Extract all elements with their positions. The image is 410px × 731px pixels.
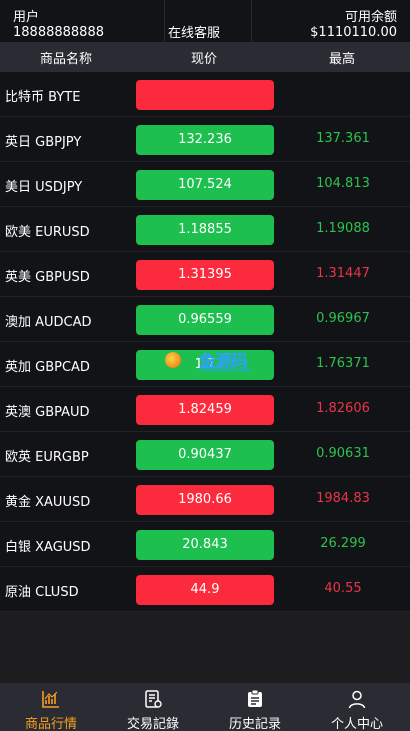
product-name: 美日 USDJPY xyxy=(5,180,83,195)
online-service-button[interactable]: 在线客服 xyxy=(166,0,252,42)
current-price: 1.18855 xyxy=(136,215,274,245)
column-name: 商品名称 xyxy=(40,52,93,67)
online-service-label: 在线客服 xyxy=(168,26,221,41)
nav-history[interactable]: 历史記录 xyxy=(204,683,306,731)
quote-list: 比特币 BYTE 英日 GBPJPY 132.236 137.361 美日 US… xyxy=(0,72,410,612)
quote-row[interactable]: 欧英 EURGBP 0.90437 0.90631 xyxy=(0,432,410,477)
nav-history-label: 历史記录 xyxy=(228,717,281,731)
user-info: 用户 18888888888 xyxy=(0,0,165,42)
user-icon xyxy=(348,690,366,709)
trade-record-icon xyxy=(145,690,162,708)
high-price: 40.55 xyxy=(324,581,362,596)
high-price: 1984.83 xyxy=(316,491,370,506)
nav-trade-record-label: 交易記錄 xyxy=(126,717,179,731)
column-high: 最高 xyxy=(329,52,356,67)
history-icon xyxy=(248,689,262,707)
product-name: 比特币 BYTE xyxy=(5,90,81,105)
header: 用户 18888888888 在线客服 可用余额 $1110110.00 xyxy=(0,0,410,42)
quote-row[interactable]: 美日 USDJPY 107.524 104.813 xyxy=(0,162,410,207)
app: 用户 18888888888 在线客服 可用余额 $1110110.00 商品名… xyxy=(0,0,410,731)
product-name: 白银 XAGUSD xyxy=(5,540,91,555)
current-price: 0.96559 xyxy=(136,305,274,335)
quote-row[interactable]: 黄金 XAUUSD 1980.66 1984.83 xyxy=(0,477,410,522)
nav-market[interactable]: 商品行情 xyxy=(0,683,102,731)
current-price: 1.82459 xyxy=(136,395,274,425)
product-name: 英加 GBPCAD xyxy=(5,360,90,375)
product-name: 黄金 XAUUSD xyxy=(5,495,91,510)
high-price: 0.96967 xyxy=(316,311,370,326)
quote-row[interactable]: 英美 GBPUSD 1.31395 1.31447 xyxy=(0,252,410,297)
quote-row[interactable]: 比特币 BYTE xyxy=(0,72,410,117)
high-price: 1.19088 xyxy=(316,221,370,236)
product-name: 欧英 EURGBP xyxy=(5,450,89,465)
product-name: 英澳 GBPAUD xyxy=(5,405,90,420)
high-price: 1.76371 xyxy=(316,356,370,371)
product-name: 原油 CLUSD xyxy=(5,585,79,600)
watermark-subtext: yfaysoruo.com xyxy=(199,366,251,374)
nav-trade-record[interactable]: 交易記錄 xyxy=(102,683,204,731)
high-price: 1.31447 xyxy=(316,266,370,281)
current-price: 20.843 xyxy=(136,530,274,560)
current-price: 44.9 xyxy=(136,575,274,605)
current-price: 0.90437 xyxy=(136,440,274,470)
quote-row[interactable]: 英日 GBPJPY 132.236 137.361 xyxy=(0,117,410,162)
quote-row[interactable]: 白银 XAGUSD 20.843 26.299 xyxy=(0,522,410,567)
balance-value: $1110110.00 xyxy=(310,25,397,40)
user-phone: 18888888888 xyxy=(13,25,104,40)
high-price: 0.90631 xyxy=(316,446,370,461)
nav-profile-label: 个人中心 xyxy=(330,717,383,731)
high-price: 1.82606 xyxy=(316,401,370,416)
product-name: 英日 GBPJPY xyxy=(5,135,82,150)
quote-row[interactable]: 英澳 GBPAUD 1.82459 1.82606 xyxy=(0,387,410,432)
current-price: 1.31395 xyxy=(136,260,274,290)
product-name: 欧美 EURUSD xyxy=(5,225,90,240)
quote-row[interactable]: 欧美 EURUSD 1.18855 1.19088 xyxy=(0,207,410,252)
watermark: 鱼源码 yfaysoruo.com xyxy=(165,346,255,376)
quote-row[interactable]: 原油 CLUSD 44.9 40.55 xyxy=(0,567,410,612)
high-price: 104.813 xyxy=(316,176,370,191)
nav-profile[interactable]: 个人中心 xyxy=(306,683,408,731)
product-name: 澳加 AUDCAD xyxy=(5,315,92,330)
column-header: 商品名称 现价 最高 xyxy=(0,42,410,72)
product-name: 英美 GBPUSD xyxy=(5,270,90,285)
current-price: 1980.66 xyxy=(136,485,274,515)
watermark-logo-icon xyxy=(165,352,181,368)
user-label: 用户 xyxy=(13,10,40,25)
bottom-nav: 商品行情 交易記錄 历史記录 个人中心 xyxy=(0,683,410,731)
current-price: 132.236 xyxy=(136,125,274,155)
column-price: 现价 xyxy=(191,52,218,67)
chart-icon xyxy=(42,691,59,708)
high-price: 137.361 xyxy=(316,131,370,146)
balance-label: 可用余额 xyxy=(344,10,397,25)
high-price: 26.299 xyxy=(320,536,366,551)
current-price: 107.524 xyxy=(136,170,274,200)
current-price xyxy=(136,80,274,110)
quote-row[interactable]: 澳加 AUDCAD 0.96559 0.96967 xyxy=(0,297,410,342)
nav-market-label: 商品行情 xyxy=(24,717,77,731)
